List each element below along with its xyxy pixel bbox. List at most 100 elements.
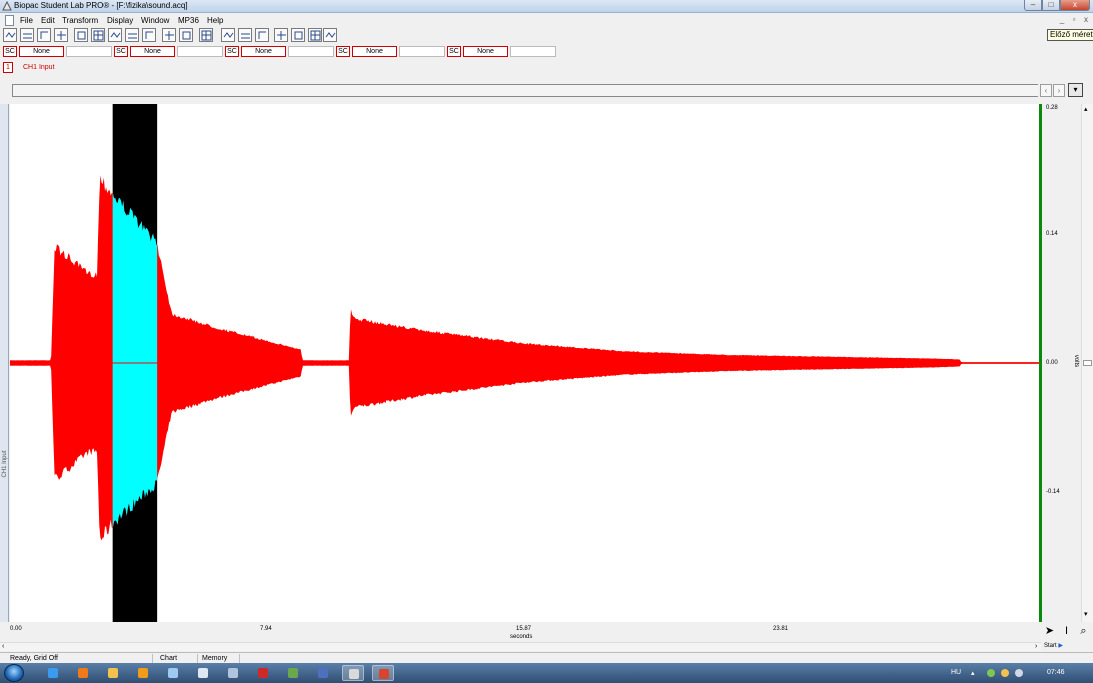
y-tick-label: 0.28 (1046, 105, 1058, 111)
y-axis-unit: volts (1073, 354, 1080, 368)
mdi-minimize-button[interactable]: _ (1057, 16, 1067, 25)
data-view-icon[interactable] (221, 28, 235, 42)
y-tick-label: 0.14 (1046, 231, 1058, 237)
clock[interactable]: 07:46 (1047, 669, 1065, 676)
notepad-glyph (168, 668, 178, 678)
print-icon[interactable] (199, 28, 213, 42)
menu-file[interactable]: File (20, 16, 33, 25)
auto-peak-icon[interactable] (179, 28, 193, 42)
cursor-tools: ➤ I ⌕ (1041, 624, 1093, 640)
channel-vertical-label: CH1 Input (2, 450, 8, 478)
zoom-forward-icon[interactable] (142, 28, 156, 42)
disk-app-icon[interactable] (312, 665, 334, 681)
network-tray-icon[interactable] (987, 669, 995, 677)
vertical-scrollbar[interactable]: ▴ ▾ (1081, 104, 1093, 622)
scroll-right-icon[interactable]: › (1035, 643, 1037, 650)
minimize-button[interactable]: – (1024, 0, 1042, 11)
measurement-channel-3[interactable]: SC (225, 46, 239, 57)
zoom-fit-icon[interactable] (74, 28, 88, 42)
notepad-icon[interactable] (162, 665, 184, 681)
biopac-task-icon[interactable] (342, 665, 364, 681)
mdi-close-button[interactable]: x (1081, 16, 1091, 25)
windows-taskbar: HU ▴ 07:46 (0, 663, 1093, 683)
media-player-icon[interactable] (132, 665, 154, 681)
red-app-icon[interactable] (372, 665, 394, 681)
tray-expand-icon[interactable]: ▴ (971, 669, 975, 677)
measurement-channel-2[interactable]: SC (114, 46, 128, 57)
horizontal-scrollbar[interactable]: ‹ › (0, 642, 1041, 651)
menu-display[interactable]: Display (107, 16, 133, 25)
ie-icon[interactable] (42, 665, 64, 681)
measurement-value-5 (510, 46, 556, 57)
marker-icon[interactable] (108, 28, 122, 42)
x-axis: 0.00 7.94 15.87 23.81 seconds (10, 622, 1040, 642)
sum-icon[interactable] (238, 28, 252, 42)
journal-dropdown-button[interactable]: ▾ (1068, 83, 1083, 97)
explorer-icon[interactable] (102, 665, 124, 681)
menu-help[interactable]: Help (207, 16, 223, 25)
grid-icon[interactable] (91, 28, 105, 42)
channel-number-box[interactable]: 1 (3, 62, 13, 73)
graph-icon[interactable] (308, 28, 322, 42)
maximize-button[interactable]: □ (1042, 0, 1060, 11)
channel-strip[interactable]: CH1 Input (0, 104, 9, 622)
puzzle-app-icon[interactable] (282, 665, 304, 681)
menu-bar: File Edit Transform Display Window MP36 … (0, 14, 1093, 27)
zoom-tool-icon[interactable]: ⌕ (1076, 624, 1091, 639)
document-icon[interactable] (192, 665, 214, 681)
network-app-icon[interactable] (252, 665, 274, 681)
rewind-icon[interactable] (323, 28, 337, 42)
autoscale-waveforms-icon[interactable] (37, 28, 51, 42)
menu-transform[interactable]: Transform (62, 16, 98, 25)
measurement-channel-4[interactable]: SC (336, 46, 350, 57)
find-peak-icon[interactable] (162, 28, 176, 42)
mdi-restore-button[interactable]: ▫ (1069, 16, 1079, 25)
waveform-plot[interactable] (10, 104, 1040, 622)
zoom-back-icon[interactable] (125, 28, 139, 42)
split-icon[interactable] (20, 28, 34, 42)
firefox-icon[interactable] (72, 665, 94, 681)
measurement-function-3[interactable]: None (241, 46, 286, 57)
measurement-channel-5[interactable]: SC (447, 46, 461, 57)
menu-window[interactable]: Window (141, 16, 169, 25)
red-app-glyph (379, 669, 389, 679)
vertical-scroll-thumb[interactable] (1083, 360, 1092, 366)
x-tick-label: 23.81 (773, 626, 789, 632)
ibeam-tool-icon[interactable]: I (1059, 624, 1074, 639)
calculator-icon[interactable] (255, 28, 269, 42)
journal-field[interactable] (12, 84, 1038, 97)
autoscale-horizontal-icon[interactable] (54, 28, 68, 42)
scroll-left-icon[interactable]: ‹ (2, 643, 4, 650)
flag-tray-icon[interactable] (1001, 669, 1009, 677)
speaker-app-glyph (228, 668, 238, 678)
measurement-function-1[interactable]: None (19, 46, 64, 57)
x-tick-label: 7.94 (260, 626, 272, 632)
menu-edit[interactable]: Edit (41, 16, 55, 25)
menu-mp36[interactable]: MP36 (178, 16, 199, 25)
monitor-tray-icon[interactable] (1015, 669, 1023, 677)
journal-icon[interactable] (291, 28, 305, 42)
measurement-function-4[interactable]: None (352, 46, 397, 57)
document-icon[interactable] (5, 15, 14, 26)
speaker-app-icon[interactable] (222, 665, 244, 681)
windows-start-icon[interactable] (4, 664, 24, 682)
scroll-down-icon[interactable]: ▾ (1084, 610, 1088, 618)
y-tick-label: -0.14 (1046, 489, 1060, 495)
biopac-task-glyph (349, 669, 359, 679)
language-indicator[interactable]: HU (951, 669, 961, 676)
channel-label[interactable]: CH1 Input (23, 64, 55, 71)
measurement-function-5[interactable]: None (463, 46, 508, 57)
journal-next-button[interactable]: › (1053, 84, 1065, 97)
measurement-channel-1[interactable]: SC (3, 46, 17, 57)
biopac-app-icon (2, 1, 12, 11)
close-button[interactable]: x (1060, 0, 1090, 11)
arrow-tool-icon[interactable]: ➤ (1042, 624, 1057, 639)
start-button[interactable]: Start ▶ (1044, 642, 1063, 649)
media-player-glyph (138, 668, 148, 678)
journal-prev-button[interactable]: ‹ (1040, 84, 1052, 97)
flag-icon[interactable] (274, 28, 288, 42)
measurement-function-2[interactable]: None (130, 46, 175, 57)
disk-app-glyph (318, 668, 328, 678)
overlap-icon[interactable] (3, 28, 17, 42)
scroll-up-icon[interactable]: ▴ (1084, 105, 1088, 113)
